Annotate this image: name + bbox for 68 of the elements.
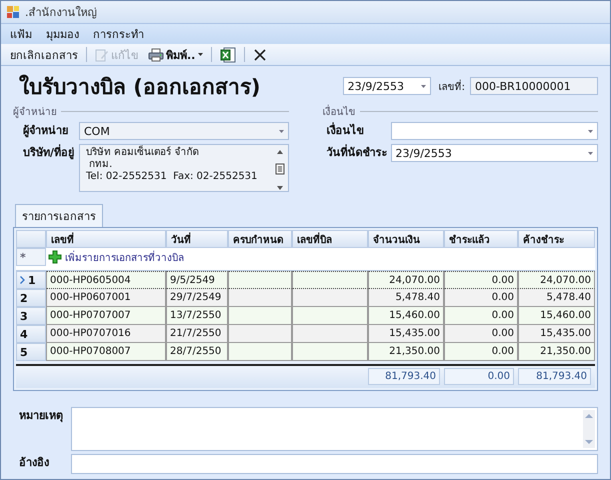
reference-field[interactable]	[71, 454, 598, 474]
dropdown-arrow-icon	[588, 130, 593, 132]
cancel-document-button[interactable]: ยกเลิกเอกสาร	[7, 44, 81, 64]
table-cell: 0.00	[444, 343, 518, 361]
document-number-field: 000-BR10000001	[470, 77, 598, 95]
row-pointer-icon	[20, 276, 25, 284]
add-row-link[interactable]: เพิ่มรายการเอกสารที่วางบิล	[65, 250, 184, 264]
new-row-marker: *	[16, 248, 46, 266]
group-heading: เงื่อนไข	[322, 104, 356, 118]
dropdown-arrow-icon	[278, 130, 284, 132]
address-line: Tel: 02-2552531 Fax: 02-2552531	[86, 171, 258, 183]
table-row[interactable]: 2 000-HP0607001 29/7/2549 5,478.40 0.00 5,478.40	[16, 289, 595, 307]
field-label: เงื่อนไข	[326, 122, 366, 139]
column-header[interactable]: เลขที่บิล	[292, 230, 368, 248]
caret-icon	[198, 53, 204, 56]
notes-field[interactable]	[71, 407, 598, 451]
form-heading: ใบรับวางบิล (ออกเอกสาร)	[19, 74, 262, 100]
table-row[interactable]: 1 000-HP0605004 9/5/2549 24,070.00 0.00 24,070.00	[16, 271, 595, 289]
tab[interactable]: รายการเอกสาร	[15, 204, 103, 227]
field-label: ผู้จำหน่าย	[22, 123, 69, 140]
row-number: 3	[16, 307, 46, 325]
corner-header	[16, 230, 46, 248]
field-label: เลขที่:	[438, 78, 465, 94]
document-date-field[interactable]: 23/9/2553	[342, 77, 431, 95]
column-header[interactable]: เลขที่	[46, 230, 166, 248]
menu-item[interactable]: การกระทำ	[93, 25, 144, 43]
table-cell: 000-HP0708007	[46, 343, 166, 361]
edit-icon	[95, 48, 109, 62]
printer-icon	[148, 48, 164, 62]
vendor-dropdown[interactable]: COM	[79, 122, 288, 140]
column-header[interactable]: ค้างชำระ	[518, 230, 595, 248]
total-cell: 0.00	[444, 368, 514, 385]
address-line: กทม.	[88, 159, 114, 171]
row-number: 1	[16, 271, 46, 289]
table-cell: 28/7/2550	[166, 343, 228, 361]
field-label: อ้างอิง	[18, 455, 50, 471]
column-header[interactable]: วันที่	[166, 230, 228, 248]
window-app-icon	[6, 5, 20, 19]
table-row[interactable]: 4 000-HP0707016 21/7/2550 15,435.00 0.00 15,435.00	[16, 325, 595, 343]
column-header[interactable]: จำนวนเงิน	[368, 230, 444, 248]
field-label: บริษัท/ที่อยู่	[22, 144, 75, 162]
print-dropdown-button[interactable]: พิมพ์..	[145, 44, 206, 64]
field-label: วันที่นัดชำระ	[326, 144, 386, 161]
table-cell	[228, 343, 292, 361]
row-number: 2	[16, 289, 46, 307]
dropdown-arrow-icon	[420, 84, 426, 88]
total-cell: 81,793.40	[518, 368, 591, 385]
dropdown-arrow-icon	[588, 152, 593, 154]
plus-icon	[48, 250, 62, 264]
table-cell: 21,350.00	[518, 343, 595, 361]
row-number: 4	[16, 325, 46, 343]
scrollbar[interactable]	[583, 410, 595, 448]
due-date-field[interactable]: 23/9/2553	[390, 144, 598, 162]
address-line: บริษัท คอมเซ็นเตอร์ จำกัด	[86, 147, 200, 159]
column-header[interactable]: ชำระแล้ว	[444, 230, 518, 248]
address-field[interactable]: บริษัท คอมเซ็นเตอร์ จำกัด กทม. Tel: 02-2552531 Fax: 02-2552531	[79, 144, 288, 192]
total-cell: 81,793.40	[368, 368, 440, 385]
table-cell: 21,350.00	[368, 343, 444, 361]
terms-dropdown[interactable]	[390, 122, 598, 140]
group-heading: ผู้จำหน่าย	[13, 106, 57, 118]
column-header[interactable]: ครบกำหนด	[228, 230, 292, 248]
table-row[interactable]: 3 000-HP0707007 13/7/2550 15,460.00 0.00 15,460.00	[16, 307, 595, 325]
window-title: .สำนักงานใหญ่	[25, 5, 96, 21]
row-number: 5	[16, 343, 46, 361]
menu-item[interactable]: แฟ้ม	[10, 25, 32, 43]
field-label: หมายเหตุ	[18, 408, 64, 424]
table-row[interactable]: 5 000-HP0708007 28/7/2550 21,350.00 0.00 21,350.00	[16, 343, 595, 361]
menu-item[interactable]: มุมมอง	[46, 25, 79, 43]
